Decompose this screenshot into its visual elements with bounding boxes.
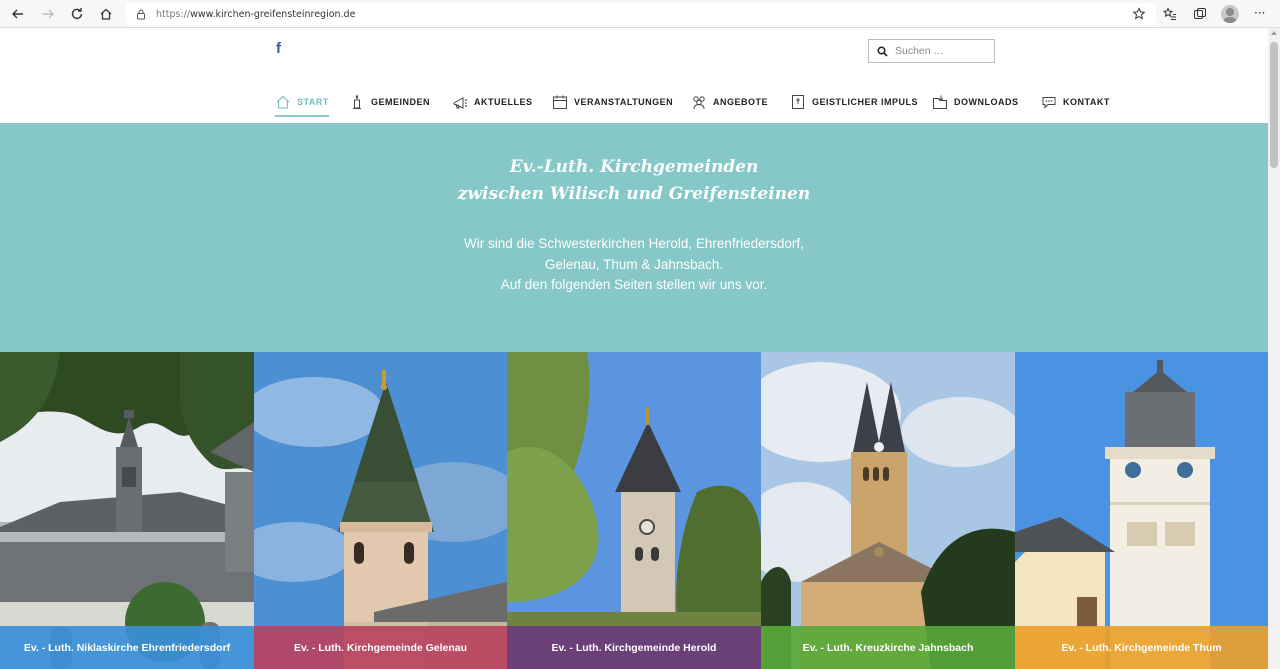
church-photo-gelenau bbox=[254, 352, 507, 669]
favorite-star-icon[interactable] bbox=[1130, 5, 1148, 23]
settings-more-icon[interactable]: ··· bbox=[1254, 6, 1265, 20]
church-photo-thum bbox=[1015, 352, 1268, 669]
home-icon[interactable] bbox=[96, 4, 116, 24]
hero-text-line1: Wir sind die Schwesterkirchen Herold, Eh… bbox=[464, 236, 804, 251]
search-icon bbox=[877, 45, 888, 57]
search-box[interactable] bbox=[868, 39, 995, 63]
nav-kontakt[interactable]: KONTAKT bbox=[1041, 90, 1110, 114]
hero-title-line2: zwischen Wilisch und Greifensteinen bbox=[457, 184, 811, 204]
tile-label: Ev. - Luth. Kirchgemeinde Thum bbox=[1015, 626, 1268, 669]
megaphone-icon bbox=[453, 97, 468, 109]
favorites-list-icon[interactable] bbox=[1161, 5, 1179, 23]
church-tile-thum[interactable]: Ev. - Luth. Kirchgemeinde Thum bbox=[1015, 352, 1268, 669]
lock-icon bbox=[137, 9, 145, 19]
nav-aktuelles[interactable]: AKTUELLES bbox=[452, 90, 533, 114]
scrollbar[interactable] bbox=[1268, 28, 1280, 669]
nav-downloads[interactable]: DOWNLOADS bbox=[932, 90, 1019, 114]
church-tile-jahnsbach[interactable]: Ev. - Luth. Kreuzkirche Jahnsbach bbox=[761, 352, 1015, 669]
church-tile-ehrenfriedersdorf[interactable]: Ev. - Luth. Niklaskirche Ehrenfriedersdo… bbox=[0, 352, 254, 669]
home-icon bbox=[276, 95, 290, 109]
chat-icon bbox=[1042, 97, 1056, 109]
facebook-icon[interactable]: f bbox=[276, 40, 281, 57]
hero-title-line1: Ev.-Luth. Kirchgemeinden bbox=[509, 157, 759, 177]
cross-card-icon bbox=[792, 95, 804, 109]
nav-start[interactable]: START bbox=[275, 90, 329, 117]
folder-icon bbox=[933, 95, 947, 109]
nav-angebote[interactable]: ANGEBOTE bbox=[691, 90, 768, 114]
website: f START GEMEINDEN AKTUELLES VERANSTALTUN… bbox=[0, 28, 1268, 669]
url-text: https://www.kirchen-greifensteinregion.d… bbox=[156, 8, 356, 20]
profile-avatar[interactable] bbox=[1221, 5, 1239, 23]
church-tile-gelenau[interactable]: Ev. - Luth. Kirchgemeinde Gelenau bbox=[254, 352, 507, 669]
browser-toolbar: https://www.kirchen-greifensteinregion.d… bbox=[0, 0, 1280, 28]
church-tiles: Ev. - Luth. Niklaskirche Ehrenfriedersdo… bbox=[0, 352, 1268, 669]
nav-veranstaltungen[interactable]: VERANSTALTUNGEN bbox=[552, 90, 673, 114]
address-bar[interactable]: https://www.kirchen-greifensteinregion.d… bbox=[126, 3, 1156, 25]
collections-icon[interactable] bbox=[1191, 5, 1209, 23]
forward-icon[interactable] bbox=[38, 4, 58, 24]
main-navigation: START GEMEINDEN AKTUELLES VERANSTALTUNGE… bbox=[0, 86, 1268, 122]
church-photo-jahnsbach bbox=[761, 352, 1015, 669]
scrollbar-thumb[interactable] bbox=[1270, 42, 1278, 168]
tile-label: Ev. - Luth. Kreuzkirche Jahnsbach bbox=[761, 626, 1015, 669]
nav-gemeinden[interactable]: GEMEINDEN bbox=[349, 90, 430, 114]
tile-label: Ev. - Luth. Kirchgemeinde Herold bbox=[507, 626, 761, 669]
reload-icon[interactable] bbox=[67, 4, 87, 24]
church-photo-ehrenfriedersdorf bbox=[0, 352, 254, 669]
hero-text-line3: Auf den folgenden Seiten stellen wir uns… bbox=[500, 277, 768, 292]
nav-geistlicher-impuls[interactable]: GEISTLICHER IMPULS bbox=[790, 90, 918, 114]
church-photo-herold bbox=[507, 352, 761, 669]
scroll-up-arrow[interactable] bbox=[1271, 31, 1277, 35]
church-tile-herold[interactable]: Ev. - Luth. Kirchgemeinde Herold bbox=[507, 352, 761, 669]
hero-text-line2: Gelenau, Thum & Jahnsbach. bbox=[544, 256, 724, 272]
search-input[interactable] bbox=[895, 45, 990, 57]
candle-icon bbox=[353, 94, 361, 109]
tile-label: Ev. - Luth. Kirchgemeinde Gelenau bbox=[254, 626, 507, 669]
hero-banner: Ev.-Luth. Kirchgemeinden zwischen Wilisc… bbox=[0, 123, 1268, 352]
tile-label: Ev. - Luth. Niklaskirche Ehrenfriedersdo… bbox=[0, 626, 254, 669]
group-icon bbox=[693, 96, 705, 110]
calendar-icon bbox=[553, 95, 567, 109]
back-icon[interactable] bbox=[8, 4, 28, 24]
